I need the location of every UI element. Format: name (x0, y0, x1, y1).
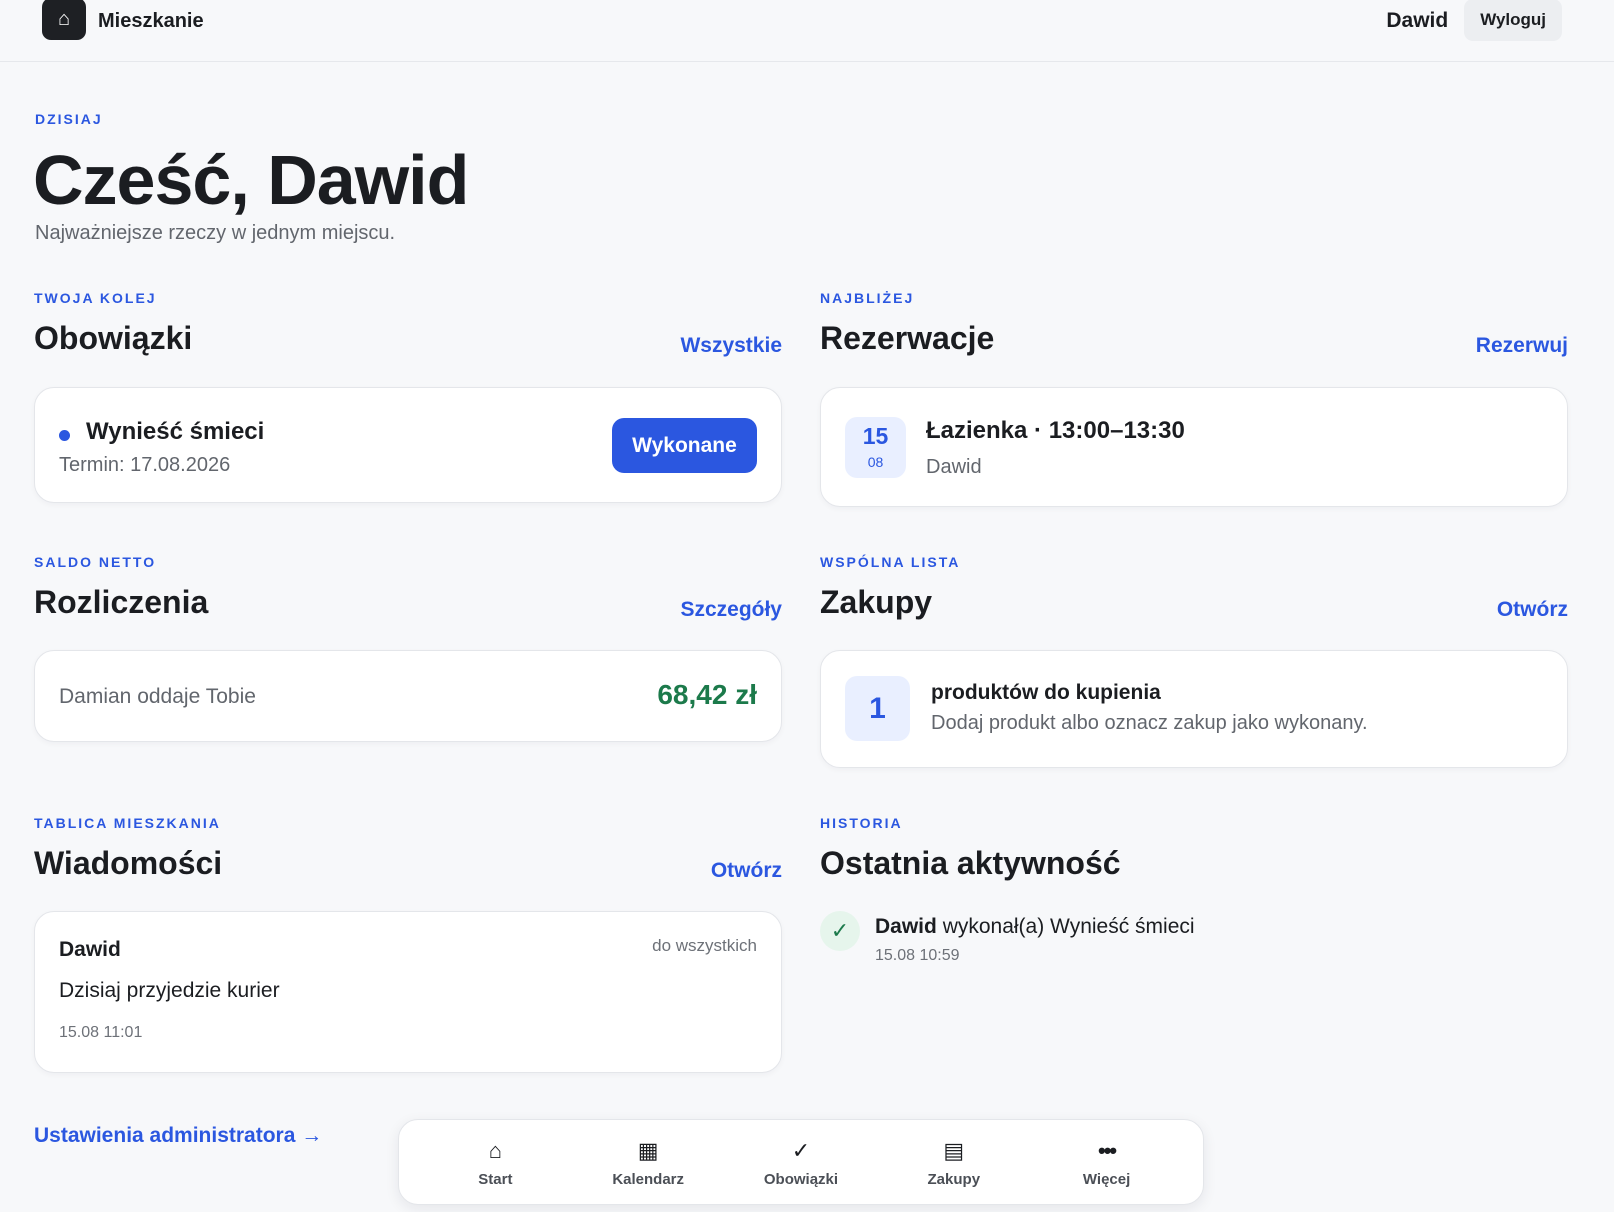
settlements-title: Rozliczenia (34, 584, 209, 620)
shopping-open-link[interactable]: Otwórz (1497, 598, 1568, 622)
current-user-name: Dawid (1386, 9, 1449, 32)
messages-title: Wiadomości (34, 845, 223, 881)
balance-description: Damian oddaje Tobie (59, 685, 256, 708)
nav-label: Więcej (1082, 1170, 1131, 1188)
chores-all-link[interactable]: Wszystkie (680, 334, 782, 358)
shopping-hint: Dodaj produkt albo oznacz zakup jako wyk… (931, 712, 1368, 734)
more-icon: ••• (1098, 1137, 1117, 1163)
chores-eyebrow: TWOJA KOLEJ (34, 290, 157, 306)
reservation-day: 15 (862, 423, 889, 449)
settlements-eyebrow: SALDO NETTO (34, 554, 157, 570)
nav-item-chores[interactable]: ✓ Obowiązki (736, 1137, 866, 1188)
history-entry: Dawid wykonał(a) Wynieść śmieci (875, 915, 1195, 939)
user-area: Dawid Wyloguj (1386, 0, 1562, 42)
brand[interactable]: ⌂ Mieszkanie (42, 0, 204, 42)
message-body: Dzisiaj przyjedzie kurier (59, 979, 280, 1002)
reserve-link[interactable]: Rezerwuj (1476, 334, 1568, 358)
balance-amount: 68,42 zł (657, 679, 757, 710)
reservations-eyebrow: NAJBLIŻEJ (820, 290, 915, 306)
reservations-title: Rezerwacje (820, 320, 995, 356)
shopping-title: Zakupy (820, 584, 933, 620)
home-icon: ⌂ (488, 1137, 503, 1163)
reservation-date-badge: 15 08 (845, 417, 906, 478)
settlements-details-link[interactable]: Szczegóły (680, 598, 782, 622)
nav-item-start[interactable]: ⌂ Start (430, 1137, 560, 1188)
chore-due-date: Termin: 17.08.2026 (59, 454, 231, 476)
check-icon: ✓ (820, 911, 860, 951)
nav-label: Start (478, 1170, 513, 1188)
reservation-title: Łazienka · 13:00–13:30 (926, 417, 1185, 444)
settlements-section: SALDO NETTO Rozliczenia Szczegóły Damian… (34, 554, 782, 744)
list-icon: ▤ (943, 1137, 965, 1163)
messages-section: TABLICA MIESZKANIA Wiadomości Otwórz Daw… (34, 815, 782, 1075)
checkmark-icon: ✓ (791, 1137, 811, 1163)
nav-label: Obowiązki (763, 1170, 839, 1188)
page-subtitle: Najważniejsze rzeczy w jednym miejscu. (35, 222, 396, 244)
history-time: 15.08 10:59 (875, 947, 960, 964)
messages-open-link[interactable]: Otwórz (711, 859, 782, 883)
history-section: HISTORIA Ostatnia aktywność ✓ Dawid wyko… (820, 815, 1568, 975)
nav-item-more[interactable]: ••• Więcej (1042, 1137, 1172, 1188)
reservation-user: Dawid (926, 456, 982, 478)
message-audience: do wszystkich (652, 936, 757, 955)
chore-status-dot (59, 430, 70, 441)
mark-done-button[interactable]: Wykonane (612, 418, 757, 473)
shopping-section: WSPÓLNA LISTA Zakupy Otwórz 1 produktów … (820, 554, 1568, 769)
top-bar: ⌂ Mieszkanie Dawid Wyloguj (0, 0, 1614, 62)
balance-card: Damian oddaje Tobie 68,42 zł (34, 650, 782, 742)
hero-eyebrow: DZISIAJ (35, 111, 103, 127)
home-icon: ⌂ (42, 0, 86, 40)
history-title: Ostatnia aktywność (820, 845, 1121, 881)
messages-eyebrow: TABLICA MIESZKANIA (34, 815, 221, 831)
admin-settings-link[interactable]: Ustawienia administratora → (34, 1124, 322, 1148)
chores-section: TWOJA KOLEJ Obowiązki Wszystkie Wynieść … (34, 290, 782, 505)
reservation-month: 08 (867, 454, 884, 470)
bottom-navigation: ⌂ Start ▦ Kalendarz ✓ Obowiązki ▤ Zakupy… (398, 1119, 1204, 1205)
calendar-icon: ▦ (637, 1137, 659, 1163)
logout-button[interactable]: Wyloguj (1464, 0, 1562, 41)
shopping-card[interactable]: 1 produktów do kupienia Dodaj produkt al… (820, 650, 1568, 768)
chore-card: Wynieść śmieci Termin: 17.08.2026 Wykona… (34, 387, 782, 503)
history-eyebrow: HISTORIA (820, 815, 903, 831)
history-user: Dawid (875, 915, 937, 938)
shopping-count-label: produktów do kupienia (931, 681, 1161, 704)
shopping-count: 1 (845, 676, 910, 741)
message-author: Dawid (59, 938, 121, 961)
chores-title: Obowiązki (34, 320, 193, 356)
shopping-eyebrow: WSPÓLNA LISTA (820, 554, 961, 570)
message-time: 15.08 11:01 (59, 1024, 143, 1041)
message-card[interactable]: Dawid do wszystkich Dzisiaj przyjedzie k… (34, 911, 782, 1073)
nav-label: Kalendarz (612, 1170, 685, 1188)
chore-name: Wynieść śmieci (86, 418, 265, 445)
brand-name: Mieszkanie (98, 9, 204, 32)
page-title: Cześć, Dawid (33, 141, 469, 219)
nav-item-calendar[interactable]: ▦ Kalendarz (583, 1137, 713, 1188)
history-action: wykonał(a) Wynieść śmieci (942, 915, 1195, 938)
nav-item-shopping[interactable]: ▤ Zakupy (889, 1137, 1019, 1188)
reservations-section: NAJBLIŻEJ Rezerwacje Rezerwuj 15 08 Łazi… (820, 290, 1568, 510)
reservation-card[interactable]: 15 08 Łazienka · 13:00–13:30 Dawid (820, 387, 1568, 507)
nav-label: Zakupy (927, 1170, 981, 1188)
